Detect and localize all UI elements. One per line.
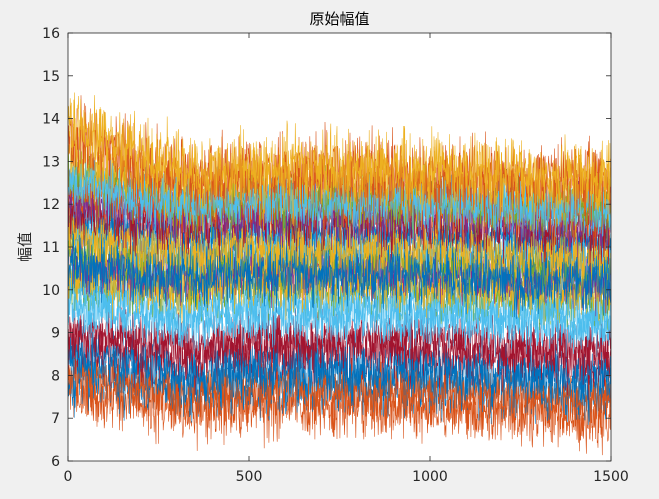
y-tick-label: 13 bbox=[42, 154, 60, 170]
y-tick-label: 6 bbox=[51, 454, 60, 470]
x-tick-label: 1500 bbox=[593, 469, 629, 485]
figure: 0 500 1000 1500 6 7 8 9 10 11 12 13 14 15 16 原始幅值 幅值 bbox=[0, 0, 659, 499]
y-tick-label: 11 bbox=[42, 240, 60, 256]
y-tick-label: 12 bbox=[42, 197, 60, 213]
y-tick-label: 16 bbox=[42, 26, 60, 42]
x-tick-label: 1000 bbox=[412, 469, 448, 485]
y-tick-label: 10 bbox=[42, 283, 60, 299]
y-tick-label: 8 bbox=[51, 368, 60, 384]
y-tick-label: 15 bbox=[42, 69, 60, 85]
y-tick-label: 14 bbox=[42, 112, 60, 128]
x-tick-label: 0 bbox=[64, 469, 73, 485]
axes: 0 500 1000 1500 6 7 8 9 10 11 12 13 14 15 16 bbox=[42, 26, 629, 485]
y-tick-label: 7 bbox=[51, 411, 60, 427]
chart-title: 原始幅值 bbox=[309, 10, 369, 28]
x-tick-label: 500 bbox=[236, 469, 263, 485]
y-axis-label: 幅值 bbox=[16, 232, 34, 262]
y-tick-label: 9 bbox=[51, 326, 60, 342]
